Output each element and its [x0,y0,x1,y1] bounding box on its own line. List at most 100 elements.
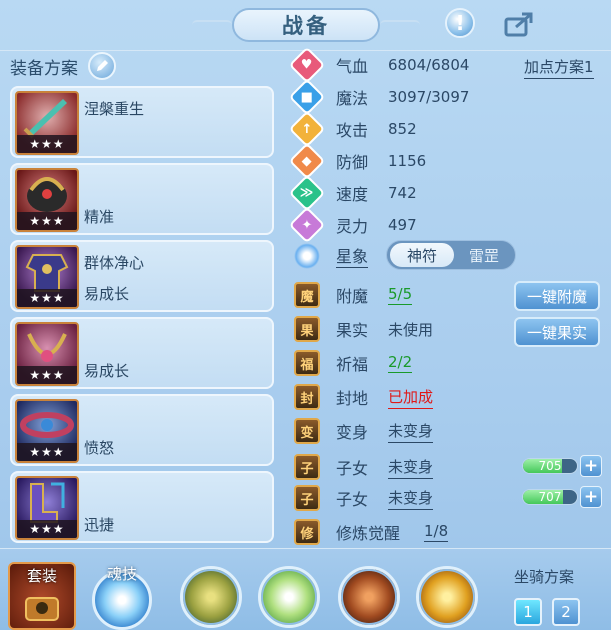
stat-value: 742 [388,184,417,202]
equipment-plan-label: 装备方案 [10,58,78,79]
astrology-option-leigang[interactable]: 雷罡 [455,243,513,267]
title-ornament-right [380,20,420,30]
stat-icon: ◆ [288,142,326,180]
enhance-label: 子女 [336,490,369,509]
enhance-label: 附魔 [336,287,369,306]
child-slider-1[interactable]: 705 [522,458,578,474]
star-icon [294,243,320,269]
enhance-icon: 福 [294,350,320,376]
child-plus-button-2[interactable]: + [580,486,602,508]
help-button[interactable]: ! [445,8,475,38]
equip-slot-weapon[interactable]: ★★★ 涅槃重生 [10,86,274,158]
title-bar: 战备 ! [0,0,611,50]
equip-slot-helmet[interactable]: ★★★ 精准 [10,163,274,235]
stat-value: 3097/3097 [388,88,470,106]
enhance-icon: 魔 [294,282,320,308]
enhance-row: 子子女 未变身 [294,483,434,513]
plus-icon: + [583,456,599,476]
stat-glyph: ■ [300,89,314,105]
slot-text-2: 易成长 [84,285,130,303]
stat-icon: ■ [288,78,326,116]
astrology-toggle[interactable]: 神符 雷罡 [386,240,516,270]
page-title: 战备 [232,8,380,42]
stat-label: 攻击 [336,121,369,140]
stat-icon: ♥ [288,46,326,84]
pencil-icon [97,60,108,71]
soul-skill-label: 魂技 [106,564,137,583]
belt-icon: ★★★ [15,399,79,463]
sword-icon: ★★★ [15,91,79,155]
enhance-row: 果果实 未使用 [294,314,433,344]
stat-icon: ↑ [288,110,326,148]
slot-text-2: 精准 [84,208,115,226]
stat-value: 1156 [388,152,427,170]
enhance-row: 变变身 未变身 [294,416,434,446]
stat-glyph: ♥ [301,57,313,73]
enhance-label: 封地 [336,389,369,408]
suit-button[interactable]: 套装 [8,562,76,630]
soul-skill-button[interactable]: 魂技 [88,562,156,630]
necklace-icon: ★★★ [15,322,79,386]
flame-skill-icon[interactable] [416,566,478,628]
enhance-value[interactable]: 未变身 [388,487,434,510]
stat-value: 852 [388,120,417,138]
astrology-row [294,241,320,271]
enhance-value[interactable]: 已加成 [388,386,434,409]
enhance-value[interactable]: 1/8 [424,522,449,542]
suit-label: 套装 [26,566,57,585]
enhance-value[interactable]: 未变身 [388,420,434,443]
mount-plan-label: 坐骑方案 [514,568,575,586]
mount-plan-2-button[interactable]: 2 [552,598,580,626]
enhance-value[interactable]: 5/5 [388,285,413,305]
slot-text-2: 愤怒 [84,439,115,457]
enchant-all-button[interactable]: 一键附魔 [514,281,600,311]
enhance-label: 变身 [336,423,369,442]
plus-icon: + [583,487,599,507]
stat-icon: ✦ [288,206,326,244]
enhance-icon: 果 [294,316,320,342]
child-slider-2[interactable]: 707 [522,489,578,505]
astrology-option-shenfu[interactable]: 神符 [390,243,454,267]
stat-row: ≫ 速度 742 [288,174,417,212]
fruit-all-button[interactable]: 一键果实 [514,317,600,347]
beast-skill-icon[interactable] [338,566,400,628]
stat-row: ✦ 灵力 497 [288,206,417,244]
enhance-value[interactable]: 2/2 [388,353,413,373]
attribute-plan-link[interactable]: 加点方案1 [524,56,594,79]
enhance-label: 修炼觉醒 [336,524,401,543]
enhance-label: 果实 [336,321,369,340]
slot-text-2: 迅捷 [84,516,115,534]
enhance-label: 祈福 [336,355,369,374]
slider-value: 707 [538,490,562,504]
stat-label: 防御 [336,153,369,172]
astrology-label[interactable]: 星象 [336,243,369,268]
enhance-icon: 修 [294,519,320,545]
enhance-value[interactable]: 未变身 [388,456,434,479]
equip-slot-boots[interactable]: ★★★ 迅捷 [10,471,274,543]
stat-glyph: ✦ [301,217,313,233]
stat-icon: ≫ [288,174,326,212]
enhance-icon: 变 [294,418,320,444]
stat-label: 魔法 [336,89,369,108]
title-ornament-left [192,20,232,30]
share-button[interactable] [503,10,537,38]
equip-slot-belt[interactable]: ★★★ 愤怒 [10,394,274,466]
child-plus-button-1[interactable]: + [580,455,602,477]
equip-slot-necklace[interactable]: ★★★ 易成长 [10,317,274,389]
edit-plan-button[interactable] [88,52,116,80]
equipment-header: 装备方案 [10,52,116,80]
enhance-icon: 子 [294,454,320,480]
stat-glyph: ◆ [302,153,312,169]
stat-row: ↑ 攻击 852 [288,110,417,148]
leaf-skill-icon[interactable] [258,566,320,628]
stat-row: ♥ 气血 6804/6804 [288,46,469,84]
stat-glyph: ≫ [300,185,314,201]
enhance-row: 修修炼觉醒 1/8 [294,517,449,547]
slider-value: 705 [538,459,562,473]
enhance-icon: 封 [294,384,320,410]
shield-skill-icon[interactable] [180,566,242,628]
equip-slot-armor[interactable]: ★★★ 群体净心 易成长 [10,240,274,312]
mount-plan-1-button[interactable]: 1 [514,598,542,626]
exclamation-icon: ! [455,11,465,35]
helmet-icon: ★★★ [15,168,79,232]
